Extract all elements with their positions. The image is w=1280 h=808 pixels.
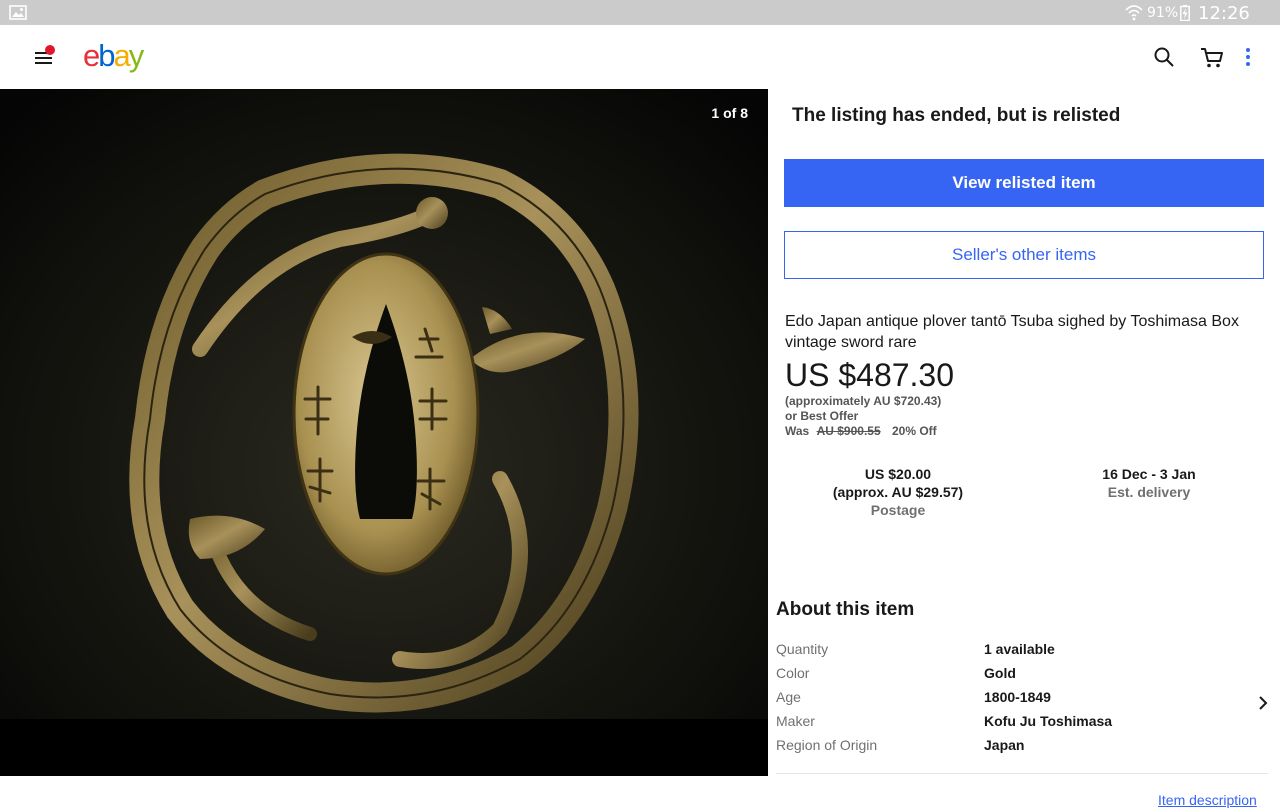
item-specifics[interactable]: Quantity 1 available Color Gold Age 1800…: [776, 641, 1276, 761]
postage-approx: (approx. AU $29.57): [832, 484, 964, 500]
menu-button[interactable]: [30, 43, 58, 71]
spec-row-age: Age 1800-1849: [776, 689, 1276, 713]
image-counter: 1 of 8: [711, 105, 748, 121]
gallery-notification-icon: [9, 5, 27, 20]
spec-value: 1 available: [984, 641, 1055, 657]
postage-label: Postage: [870, 502, 926, 518]
best-offer-label: or Best Offer: [785, 409, 859, 423]
spec-key: Maker: [776, 713, 815, 729]
spec-value: Kofu Ju Toshimasa: [984, 713, 1113, 729]
spec-value: 1800-1849: [984, 689, 1051, 705]
spec-value: Gold: [984, 665, 1016, 681]
battery-percentage: 91%: [1147, 5, 1179, 21]
wifi-icon: [1125, 5, 1143, 21]
discount-badge: 20% Off: [891, 424, 937, 438]
tsuba-product-image: [0, 89, 768, 776]
chevron-right-icon[interactable]: [1256, 694, 1270, 712]
was-label: Was: [785, 424, 810, 438]
listing-ended-message: The listing has ended, but is relisted: [792, 105, 1121, 126]
item-price: US $487.30: [785, 357, 955, 393]
item-title: Edo Japan antique plover tantō Tsuba sig…: [785, 313, 1239, 351]
search-button[interactable]: [1152, 45, 1176, 69]
sellers-other-items-button[interactable]: Seller's other items: [784, 231, 1264, 279]
view-relisted-item-button[interactable]: View relisted item: [784, 159, 1264, 207]
status-bar: 91% 12:26 pm: [0, 0, 1280, 45]
search-icon: [1154, 47, 1174, 67]
spec-key: Quantity: [776, 641, 829, 657]
gallery-footer-space: [0, 776, 768, 800]
was-price-row: Was AU $900.55 20% Off: [785, 424, 937, 438]
postage-info: US $20.00 (approx. AU $29.57) Postage: [798, 465, 998, 519]
delivery-info: 16 Dec - 3 Jan Est. delivery: [1049, 465, 1249, 501]
spec-key: Region of Origin: [776, 737, 878, 753]
approx-price: (approximately AU $720.43): [785, 394, 942, 408]
ebay-logo[interactable]: ebay: [83, 39, 144, 73]
spec-value: Japan: [984, 737, 1025, 753]
delivery-label: Est. delivery: [1107, 484, 1191, 500]
cart-icon: [1201, 48, 1223, 68]
image-gallery[interactable]: 1 of 8: [0, 89, 768, 776]
spec-row-quantity: Quantity 1 available: [776, 641, 1276, 665]
item-description-link[interactable]: Item description: [1158, 792, 1257, 808]
about-section-title: About this item: [776, 599, 915, 620]
battery-charging-icon: [1180, 5, 1190, 21]
spec-row-region: Region of Origin Japan: [776, 737, 1276, 761]
app-header: ebay: [0, 25, 1280, 89]
spec-key: Age: [776, 689, 801, 705]
more-vertical-icon: [1246, 48, 1250, 66]
spec-row-color: Color Gold: [776, 665, 1276, 689]
divider: [776, 773, 1268, 774]
notification-dot: [45, 45, 55, 55]
original-price: AU $900.55: [816, 424, 881, 438]
spec-key: Color: [776, 665, 810, 681]
postage-value: US $20.00: [864, 466, 932, 482]
cart-button[interactable]: [1199, 45, 1225, 69]
spec-row-maker: Maker Kofu Ju Toshimasa: [776, 713, 1276, 737]
more-options-button[interactable]: [1238, 45, 1258, 69]
delivery-value: 16 Dec - 3 Jan: [1102, 466, 1196, 482]
listing-panel: The listing has ended, but is relisted V…: [768, 89, 1280, 808]
